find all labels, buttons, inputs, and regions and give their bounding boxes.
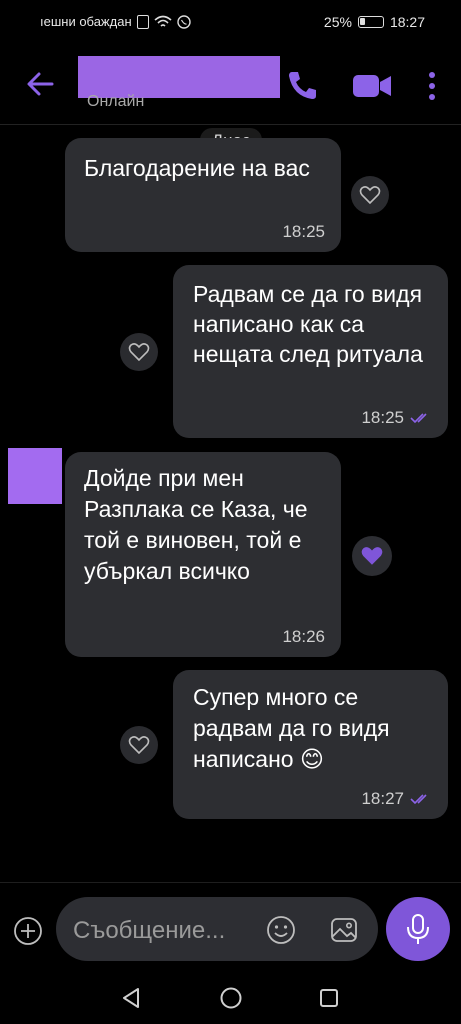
plus-circle-icon (14, 917, 42, 945)
message-text: Благодарение на вас (84, 155, 310, 181)
message-outgoing[interactable]: Радвам се да го видя написано как са нещ… (173, 265, 448, 438)
sim-icon (136, 14, 149, 29)
wifi-icon (154, 15, 172, 27)
triangle-back-icon (123, 988, 139, 1008)
message-time-text: 18:27 (361, 789, 404, 808)
gallery-button[interactable] (328, 914, 360, 946)
arrow-left-icon (27, 72, 54, 96)
phone-icon (289, 72, 316, 99)
double-check-icon (410, 794, 427, 805)
image-icon (331, 918, 357, 942)
heart-outline-icon (359, 186, 381, 205)
status-left: ıешни обаждан (40, 14, 191, 29)
message-incoming[interactable]: Дойде при мен Разплака се Каза, че той е… (65, 452, 341, 657)
message-input-placeholder: Съобщение... (73, 917, 226, 944)
more-vertical-icon (429, 72, 435, 100)
chat-header: Онлайн (0, 44, 461, 125)
double-check-icon (410, 413, 427, 424)
composer-bar: Съобщение... (0, 882, 461, 973)
message-text: Радвам се да го видя написано как са нещ… (193, 281, 423, 367)
nav-home-button[interactable] (217, 984, 245, 1012)
message-incoming[interactable]: Благодарение на вас 18:25 (65, 138, 341, 252)
message-time: 18:27 (361, 789, 432, 809)
message-time: 18:25 (361, 408, 432, 428)
message-time-text: 18:25 (361, 408, 404, 427)
message-outgoing[interactable]: Супер много се радвам да го видя написан… (173, 670, 448, 819)
back-button[interactable] (22, 66, 58, 102)
heart-filled-icon (361, 547, 383, 565)
contact-status: Онлайн (87, 93, 145, 110)
more-menu-button[interactable] (420, 66, 444, 106)
message-text: Дойде при мен Разплака се Каза, че той е… (84, 465, 308, 584)
message-time-text: 18:26 (282, 627, 325, 646)
video-call-button[interactable] (350, 66, 394, 104)
like-button-active[interactable] (352, 536, 392, 576)
carrier-text: ıешни обаждан (40, 14, 132, 29)
status-bar: ıешни обаждан 25% 18:27 (0, 0, 461, 44)
status-right: 25% 18:27 (324, 14, 425, 30)
contact-name-redacted[interactable] (78, 56, 280, 98)
avatar-redacted[interactable] (8, 448, 62, 504)
like-button[interactable] (120, 726, 158, 764)
voice-message-button[interactable] (386, 897, 450, 961)
heart-outline-icon (128, 736, 150, 755)
heart-outline-icon (128, 343, 150, 362)
viber-status-icon (176, 14, 191, 29)
message-time: 18:26 (282, 627, 325, 647)
battery-icon (357, 16, 384, 28)
nav-recents-button[interactable] (315, 984, 343, 1012)
status-time: 18:27 (389, 14, 425, 30)
microphone-icon (407, 914, 429, 944)
square-recents-icon (320, 989, 338, 1007)
video-camera-icon (353, 75, 391, 97)
message-text: Супер много се радвам да го видя написан… (193, 684, 390, 772)
message-time: 18:25 (282, 222, 325, 242)
circle-home-icon (220, 987, 242, 1009)
like-button[interactable] (120, 333, 158, 371)
message-time-text: 18:25 (282, 222, 325, 241)
emoji-button[interactable] (265, 914, 297, 946)
like-button[interactable] (351, 176, 389, 214)
system-nav-bar (0, 972, 461, 1024)
nav-back-button[interactable] (118, 984, 146, 1012)
call-button[interactable] (283, 66, 321, 104)
smiley-icon (267, 916, 295, 944)
battery-percent: 25% (323, 14, 352, 30)
attach-button[interactable] (12, 915, 44, 947)
